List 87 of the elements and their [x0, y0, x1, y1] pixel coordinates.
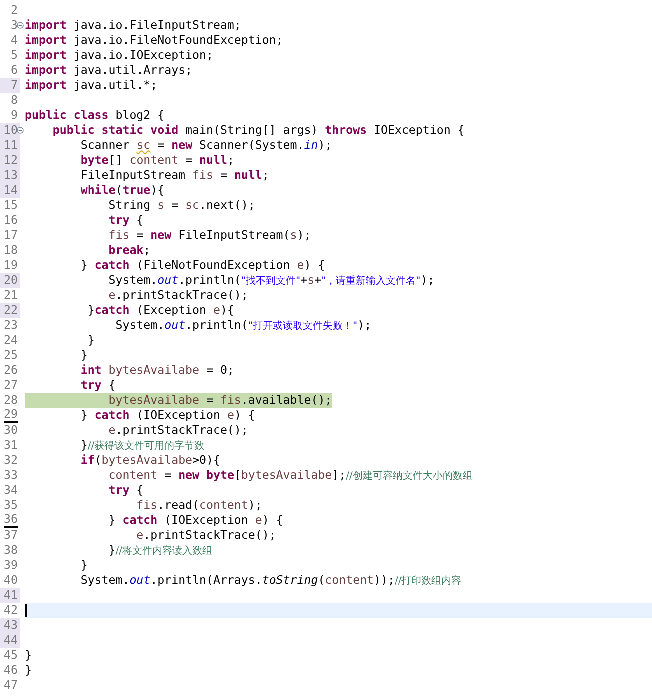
line-number: 12 — [4, 153, 18, 168]
line-number: 14 — [4, 183, 18, 198]
line-number: 46 — [4, 663, 18, 678]
code-line: try { — [108, 213, 144, 228]
line-number: 13 — [4, 168, 18, 183]
line-number: 7 — [11, 78, 18, 93]
code-line: } — [80, 558, 88, 573]
line-number: 40 — [4, 573, 18, 588]
code-line: System.out.println("找不到文件"+s+"，请重新输入文件名"); — [108, 273, 435, 288]
code-line: } catch (FileNotFoundException e) { — [80, 258, 326, 273]
code-line: Scanner sc = new Scanner(System.in); — [80, 138, 332, 153]
code-line: } — [25, 663, 32, 678]
line-number: 30 — [4, 423, 18, 438]
line-number: 16 — [4, 213, 18, 228]
code-line: int bytesAvailabe = 0; — [80, 363, 234, 378]
line-number: 9 — [11, 108, 18, 123]
code-line: }catch (Exception e){ — [86, 303, 234, 318]
line-number: 45 — [4, 648, 18, 663]
line-number: 34 — [4, 483, 18, 498]
code-line: break; — [108, 243, 151, 258]
line-number: 35 — [4, 498, 18, 513]
code-line: while(true){ — [80, 183, 165, 198]
code-line: System.out.println("打开或读取文件失败！"); — [114, 318, 372, 333]
line-number: 18 — [4, 243, 18, 258]
code-line: fis = new FileInputStream(s); — [108, 228, 312, 243]
line-number: 25 — [4, 348, 18, 363]
code-line: System.out.println(Arrays.toString(content));//打印数组内容 — [80, 573, 462, 588]
code-line: if(bytesAvailabe>0){ — [80, 453, 220, 468]
code-line: e.printStackTrace(); — [108, 423, 248, 438]
line-number: 36 — [4, 513, 18, 528]
line-number: 29 — [4, 408, 18, 423]
text-cursor — [25, 604, 27, 617]
line-number: 3 — [11, 18, 18, 33]
line-number: 8 — [11, 93, 18, 108]
line-number: 11 — [4, 138, 18, 153]
code-line: e.printStackTrace(); — [136, 528, 276, 543]
line-number: 5 — [11, 48, 18, 63]
code-line: } — [80, 348, 88, 363]
code-line: } — [25, 648, 32, 663]
line-number: 2 — [11, 3, 18, 18]
line-number: 44 — [4, 633, 18, 648]
code-line: byte[] content = null; — [80, 153, 234, 168]
line-number: 28 — [4, 393, 18, 408]
line-number: 41 — [4, 588, 18, 603]
code-line: import java.io.IOException; — [25, 48, 214, 63]
code-line: } — [86, 333, 95, 348]
line-number: 39 — [4, 558, 18, 573]
line-number: 42 — [4, 603, 18, 618]
line-number: 4 — [11, 33, 18, 48]
code-line: } catch (IOException e) { — [108, 513, 284, 528]
collapse-icon[interactable] — [17, 22, 24, 29]
code-line: }//获得该文件可用的字节数 — [80, 438, 205, 453]
line-number: 19 — [4, 258, 18, 273]
code-line: }//将文件内容读入数组 — [108, 543, 212, 558]
line-number: 27 — [4, 378, 18, 393]
line-number: 24 — [4, 333, 18, 348]
line-number: 15 — [4, 198, 18, 213]
code-line: try { — [80, 378, 116, 393]
code-line: fis.read(content); — [136, 498, 262, 513]
code-line: try { — [108, 483, 144, 498]
line-number: 22 — [4, 303, 18, 318]
code-line: FileInputStream fis = null; — [80, 168, 270, 183]
line-number: 26 — [4, 363, 18, 378]
line-number: 33 — [4, 468, 18, 483]
code-line: import java.util.Arrays; — [25, 63, 193, 78]
line-number: 47 — [4, 678, 18, 693]
line-number: 31 — [4, 438, 18, 453]
line-number: 20 — [4, 273, 18, 288]
line-number: 17 — [4, 228, 18, 243]
collapse-icon[interactable] — [17, 127, 24, 134]
code-line: String s = sc.next(); — [108, 198, 256, 213]
line-number: 6 — [11, 63, 18, 78]
line-number: 32 — [4, 453, 18, 468]
code-line: } catch (IOException e) { — [80, 408, 256, 423]
code-line: content = new byte[bytesAvailabe];//创建可容纳文件大小的数组 — [108, 468, 473, 483]
line-number: 43 — [4, 618, 18, 633]
line-number: 10 — [4, 123, 18, 138]
code-line: public static void main(String[] args) throws IOException { — [52, 123, 465, 138]
code-line: import java.io.FileNotFoundException; — [25, 33, 284, 48]
line-number: 23 — [4, 318, 18, 333]
line-number: 38 — [4, 543, 18, 558]
code-line: import java.io.FileInputStream; — [25, 18, 242, 33]
code-line: e.printStackTrace(); — [108, 288, 248, 303]
line-number: 21 — [4, 288, 18, 303]
code-line: public class blog2 { — [25, 108, 165, 123]
code-line: import java.util.*; — [25, 78, 158, 93]
line-number: 37 — [4, 528, 18, 543]
